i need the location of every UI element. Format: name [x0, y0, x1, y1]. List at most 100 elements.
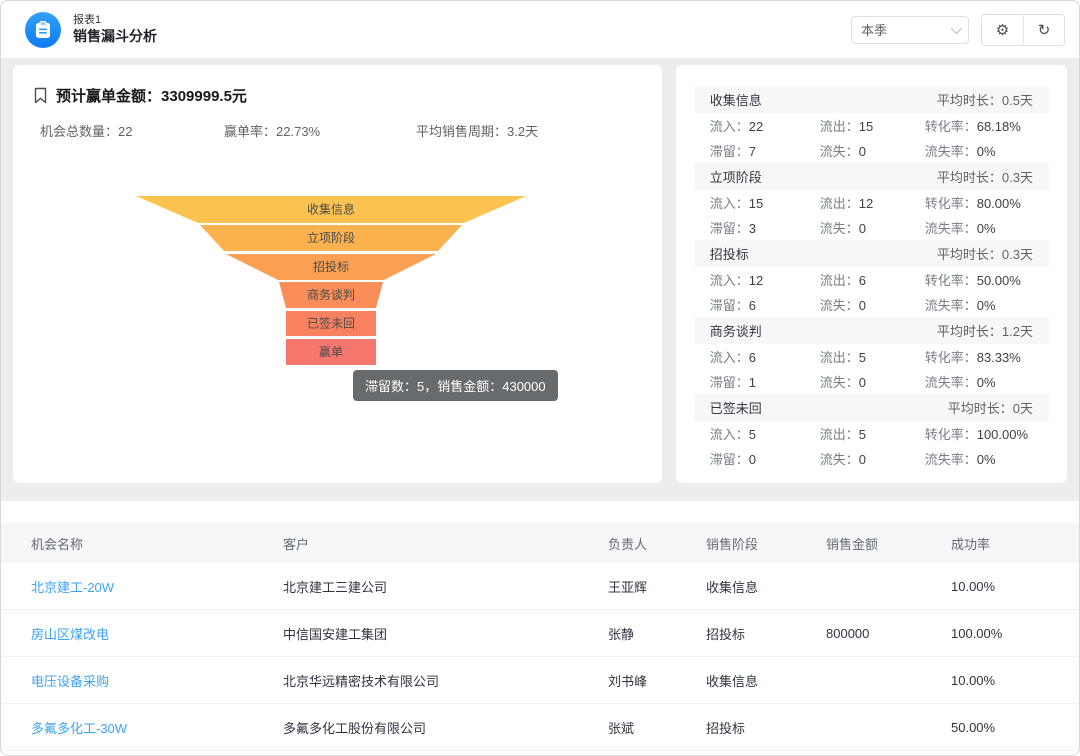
metric-label: 转化率：	[925, 273, 977, 288]
metric-value: 0	[859, 375, 866, 390]
stage-block-negotiation: 商务谈判 平均时长：1.2天 流入：6 流出：5 转化率：83.33% 滞留：1…	[694, 317, 1049, 394]
metric-row: 滞留：6 流失：0 流失率：0%	[694, 292, 1049, 317]
table-row: 电压设备采购 北京华远精密技术有限公司 刘书峰 收集信息 10.00%	[1, 657, 1079, 704]
metric-label: 平均时长：	[937, 93, 1002, 108]
metric-row: 滞留：3 流失：0 流失率：0%	[694, 215, 1049, 240]
metric-value: 3	[749, 221, 756, 236]
cell-stage: 收集信息	[706, 577, 826, 596]
stage-header: 立项阶段 平均时长：0.3天	[694, 163, 1049, 190]
metric-value: 7	[749, 144, 756, 159]
opportunity-table-section: 机会名称 客户 负责人 销售阶段 销售金额 成功率 北京建工-20W 北京建工三…	[1, 501, 1079, 751]
metric-value: 12	[859, 196, 873, 211]
stage-name: 招投标	[710, 244, 749, 263]
metric-label: 流入：	[710, 273, 749, 288]
metric-label: 流失率：	[925, 375, 977, 390]
metric-lost: 流失：0	[820, 449, 925, 468]
cell-owner: 刘书峰	[608, 671, 706, 690]
metric-loss-rate: 流失率：0%	[925, 449, 1033, 468]
bookmark-icon	[33, 87, 48, 104]
clipboard-icon	[35, 21, 51, 39]
metric-value: 22	[749, 119, 763, 134]
opportunity-link[interactable]: 北京建工-20W	[31, 577, 283, 596]
main-area: 预计赢单金额：3309999.5元 机会总数量：22 赢单率：22.73% 平均…	[1, 59, 1079, 501]
metric-inflow: 流入：6	[710, 347, 820, 366]
stage-header: 收集信息 平均时长：0.5天	[694, 86, 1049, 113]
table-row: 多氟多化工-30W 多氟多化工股份有限公司 张斌 招投标 50.00%	[1, 704, 1079, 751]
stage-block-collect-info: 收集信息 平均时长：0.5天 流入：22 流出：15 转化率：68.18% 滞留…	[694, 86, 1049, 163]
metric-label: 流出：	[820, 273, 859, 288]
metric-value: 6	[749, 298, 756, 313]
metric-lost: 流失：0	[820, 372, 925, 391]
metric-outflow: 流出：6	[820, 270, 925, 289]
period-select[interactable]: 本季	[851, 16, 969, 44]
metric-label: 流出：	[820, 427, 859, 442]
metric-row: 流入：5 流出：5 转化率：100.00%	[694, 421, 1049, 446]
metric-label: 滞留：	[710, 144, 749, 159]
metric-value: 0%	[977, 298, 996, 313]
metric-value: 100.00%	[977, 427, 1028, 442]
metric-value: 0	[749, 452, 756, 467]
metric-value: 15	[749, 196, 763, 211]
cell-stage: 招投标	[706, 718, 826, 737]
expected-amount-row: 预计赢单金额：3309999.5元	[33, 85, 247, 106]
col-header-opportunity: 机会名称	[31, 534, 283, 553]
metric-value: 0	[859, 144, 866, 159]
refresh-button[interactable]: ↻	[1023, 15, 1064, 45]
metric-value: 50.00%	[977, 273, 1021, 288]
metric-value: 5	[859, 350, 866, 365]
cell-customer: 北京建工三建公司	[283, 577, 608, 596]
gear-icon: ⚙	[996, 21, 1009, 39]
settings-button[interactable]: ⚙	[982, 15, 1023, 45]
stage-duration: 平均时长：1.2天	[937, 321, 1033, 340]
page-title: 销售漏斗分析	[73, 28, 157, 46]
metric-inflow: 流入：15	[710, 193, 820, 212]
stage-name: 商务谈判	[710, 321, 762, 340]
metric-conversion: 转化率：83.33%	[925, 347, 1033, 366]
opportunity-link[interactable]: 电压设备采购	[31, 671, 283, 690]
metric-label: 流入：	[710, 196, 749, 211]
funnel-tooltip: 滞留数：5，销售金额：430000	[353, 370, 558, 401]
cell-success: 10.00%	[951, 579, 1079, 594]
metric-label: 流失率：	[925, 298, 977, 313]
table-row: 房山区煤改电 中信国安建工集团 张静 招投标 800000 100.00%	[1, 610, 1079, 657]
metric-lost: 流失：0	[820, 141, 925, 160]
metric-conversion: 转化率：100.00%	[925, 424, 1033, 443]
cell-amount: 800000	[826, 626, 951, 641]
top-bar: 报表1 销售漏斗分析 本季 ⚙ ↻	[1, 1, 1079, 59]
opportunity-link[interactable]: 多氟多化工-30W	[31, 718, 283, 737]
metric-loss-rate: 流失率：0%	[925, 295, 1033, 314]
chevron-down-icon	[951, 22, 962, 33]
stage-block-bidding: 招投标 平均时长：0.3天 流入：12 流出：6 转化率：50.00% 滞留：6…	[694, 240, 1049, 317]
stage-duration: 平均时长：0天	[948, 398, 1033, 417]
metric-outflow: 流出：5	[820, 347, 925, 366]
stage-duration: 平均时长：0.3天	[937, 167, 1033, 186]
metric-value: 0	[859, 452, 866, 467]
metric-label: 流失率：	[925, 221, 977, 236]
metric-label: 流入：	[710, 427, 749, 442]
metric-row: 滞留：1 流失：0 流失率：0%	[694, 369, 1049, 394]
metric-value: 80.00%	[977, 196, 1021, 211]
metric-inflow: 流入：12	[710, 270, 820, 289]
title-block: 报表1 销售漏斗分析	[73, 14, 157, 45]
stat-label: 赢单率：	[224, 124, 276, 139]
metric-value: 0%	[977, 375, 996, 390]
col-header-owner: 负责人	[608, 534, 706, 553]
opportunity-link[interactable]: 房山区煤改电	[31, 624, 283, 643]
metric-label: 平均时长：	[937, 324, 1002, 339]
col-header-stage: 销售阶段	[706, 534, 826, 553]
expected-amount-label: 预计赢单金额：3309999.5元	[56, 85, 247, 106]
report-icon	[25, 12, 61, 48]
metric-label: 转化率：	[925, 350, 977, 365]
expected-amount-caption: 预计赢单金额：	[56, 88, 161, 105]
metric-row: 流入：6 流出：5 转化率：83.33%	[694, 344, 1049, 369]
period-select-value: 本季	[861, 20, 887, 39]
metric-value: 0	[859, 298, 866, 313]
summary-stats-row: 机会总数量：22 赢单率：22.73% 平均销售周期：3.2天	[13, 121, 662, 139]
app-window: 报表1 销售漏斗分析 本季 ⚙ ↻	[0, 0, 1080, 756]
metric-loss-rate: 流失率：0%	[925, 141, 1033, 160]
stat-value: 22.73%	[276, 124, 320, 139]
stage-name: 收集信息	[710, 90, 762, 109]
metric-value: 15	[859, 119, 873, 134]
metric-label: 流失：	[820, 144, 859, 159]
metric-row: 滞留：0 流失：0 流失率：0%	[694, 446, 1049, 471]
